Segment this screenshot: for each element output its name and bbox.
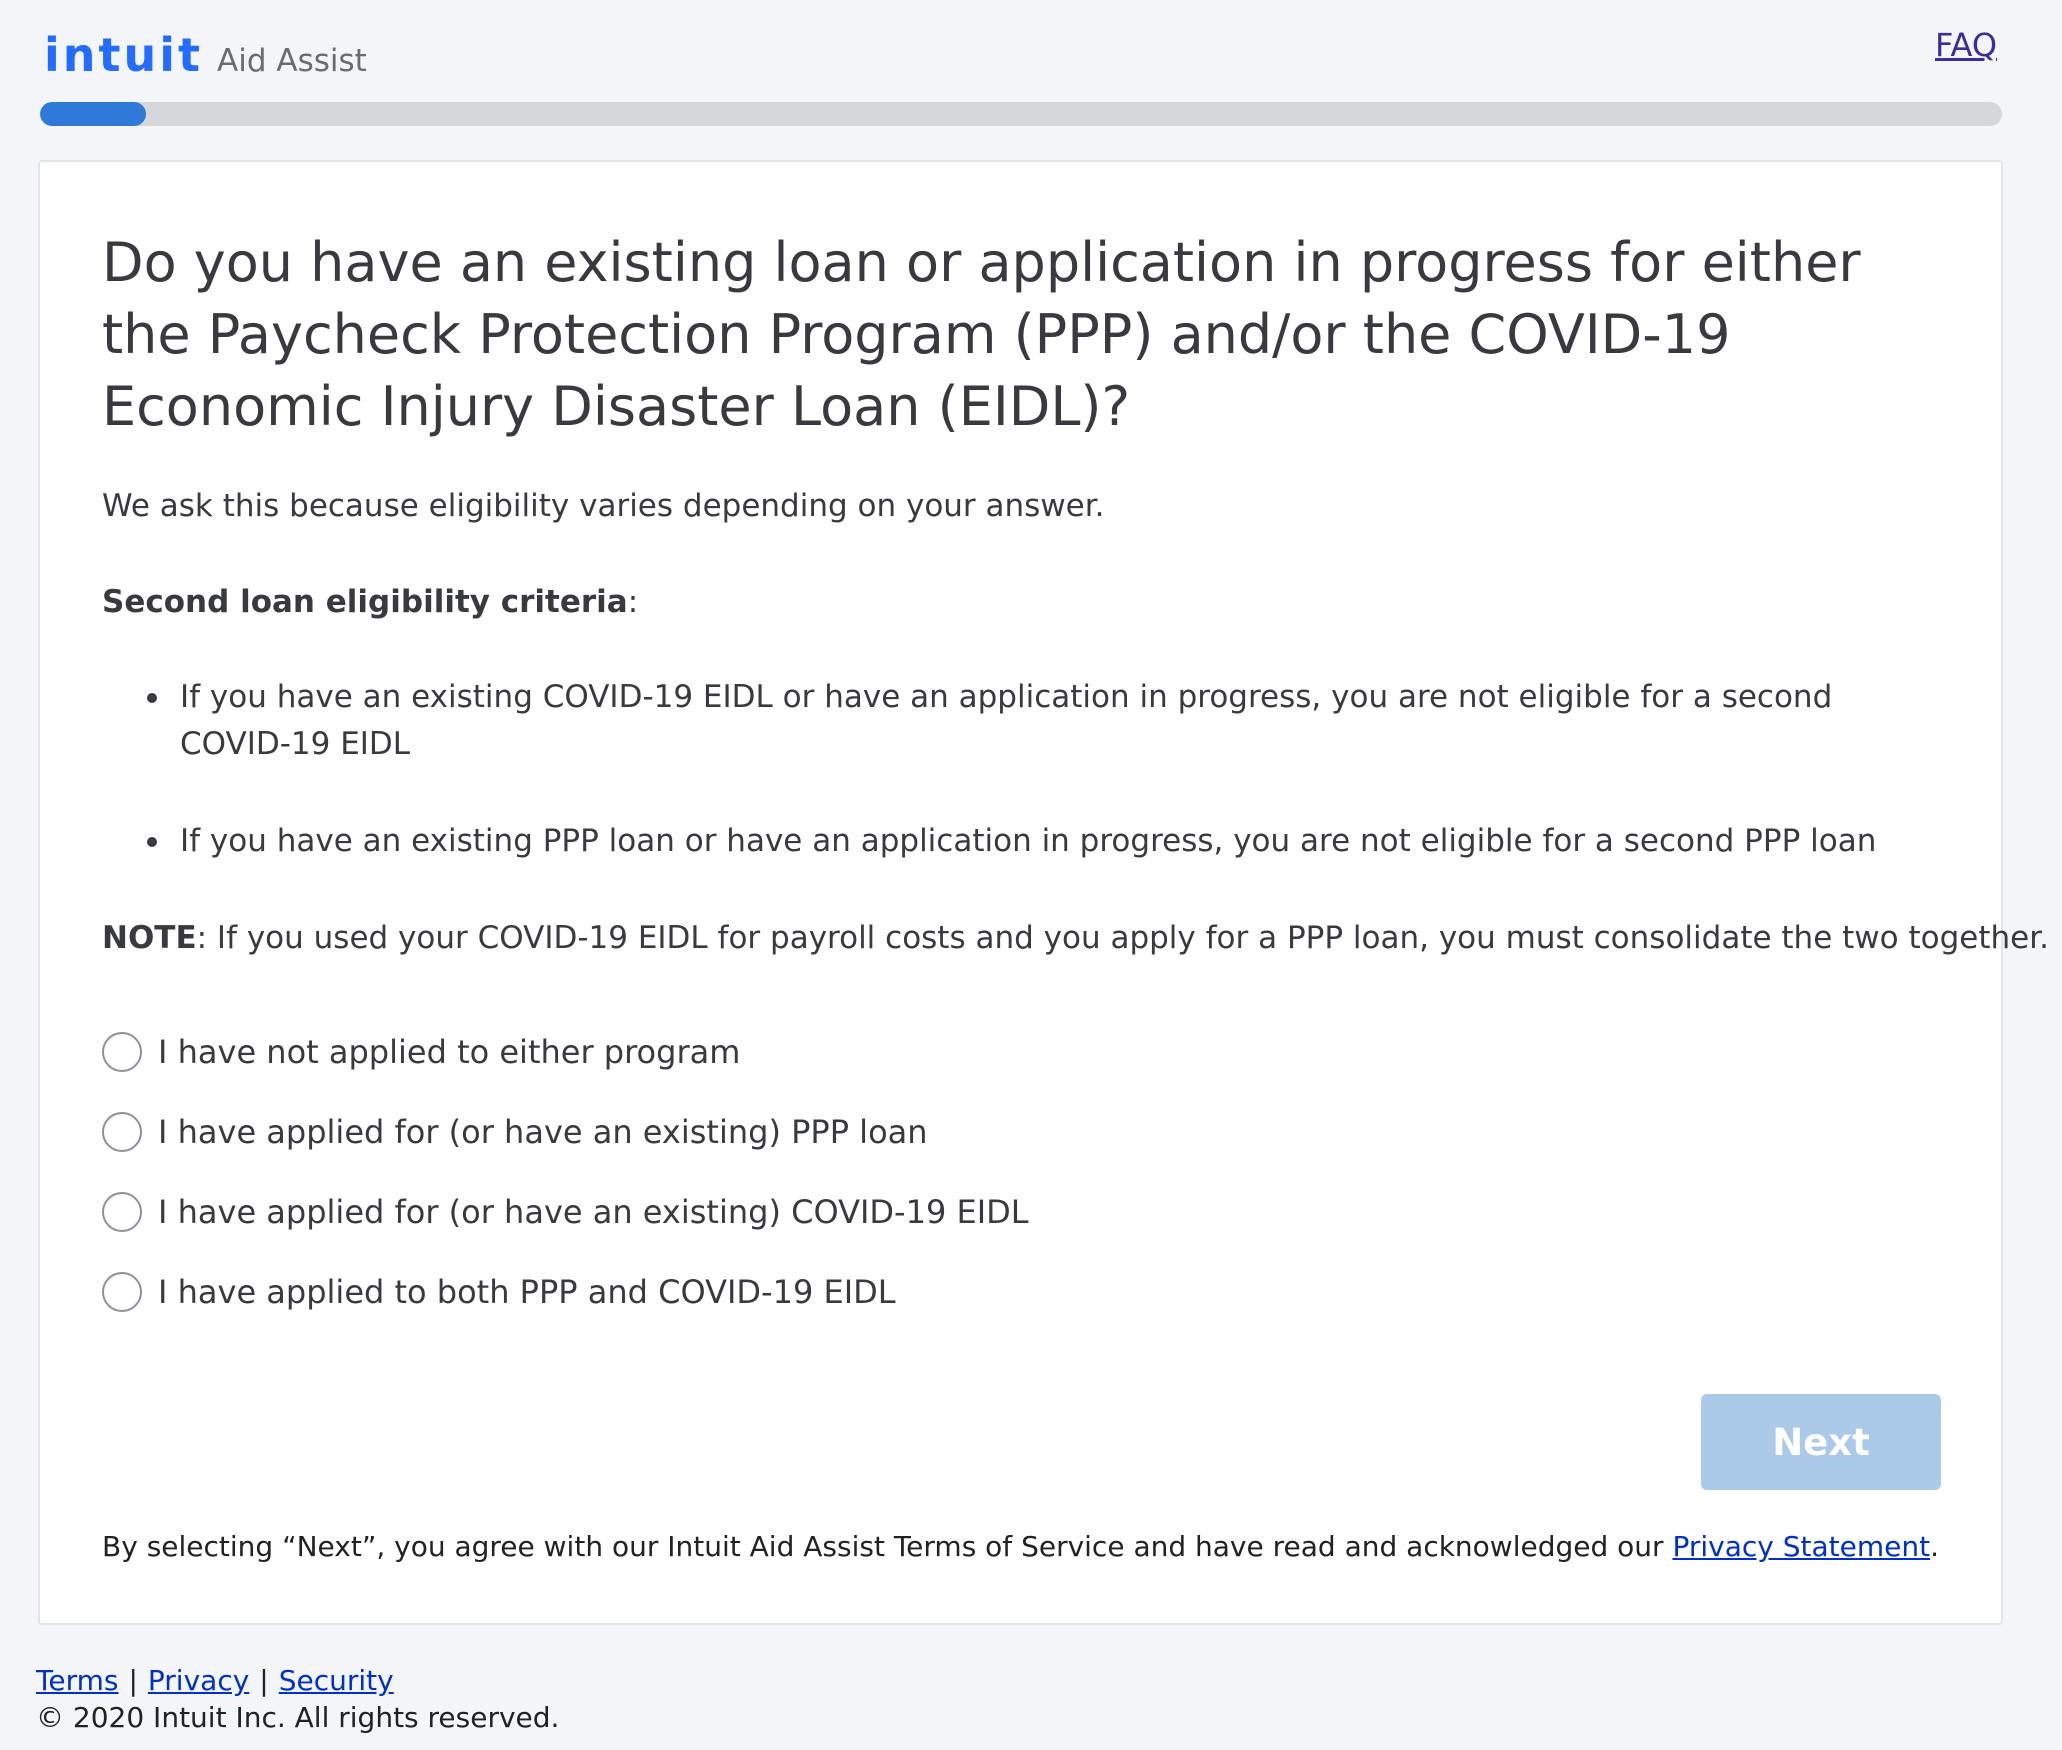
progress-bar <box>40 102 2002 126</box>
agreement-text: By selecting “Next”, you agree with our … <box>40 1530 2001 1563</box>
radio-button[interactable] <box>102 1032 142 1072</box>
footer-links: Terms | Privacy | Security <box>36 1664 559 1697</box>
progress-bar-fill <box>40 102 146 126</box>
logo-wordmark: intuit <box>44 28 204 82</box>
note: NOTE: If you used your COVID-19 EIDL for… <box>102 920 2049 956</box>
header: intuit Aid Assist FAQ <box>0 0 2062 100</box>
option-label[interactable]: I have applied for (or have an existing)… <box>158 1113 928 1151</box>
privacy-statement-link[interactable]: Privacy Statement <box>1672 1530 1930 1563</box>
criteria-item: If you have an existing COVID-19 EIDL or… <box>147 674 1940 768</box>
option-eidl[interactable]: I have applied for (or have an existing)… <box>102 1172 1029 1252</box>
next-button[interactable]: Next <box>1701 1394 1941 1490</box>
footer-separator: | <box>259 1664 269 1697</box>
intuit-aid-assist-logo: intuit Aid Assist <box>44 28 367 82</box>
answer-options: I have not applied to either program I h… <box>102 1012 1029 1332</box>
footer-separator: | <box>128 1664 138 1697</box>
note-label: NOTE <box>102 920 197 956</box>
footer-security-link[interactable]: Security <box>279 1664 394 1697</box>
question-title: Do you have an existing loan or applicat… <box>102 231 1861 438</box>
radio-button[interactable] <box>102 1192 142 1232</box>
question-reason: We ask this because eligibility varies d… <box>102 488 1105 524</box>
option-label[interactable]: I have applied to both PPP and COVID-19 … <box>158 1273 896 1311</box>
agreement-end: . <box>1930 1530 1939 1563</box>
copyright: © 2020 Intuit Inc. All rights reserved. <box>36 1701 560 1734</box>
note-text: : If you used your COVID-19 EIDL for pay… <box>196 920 2049 956</box>
footer-terms-link[interactable]: Terms <box>36 1664 118 1697</box>
option-both[interactable]: I have applied to both PPP and COVID-19 … <box>102 1252 1029 1332</box>
criteria-list: If you have an existing COVID-19 EIDL or… <box>147 674 1940 915</box>
option-label[interactable]: I have not applied to either program <box>158 1033 740 1071</box>
option-ppp[interactable]: I have applied for (or have an existing)… <box>102 1092 1029 1172</box>
criteria-heading-colon: : <box>627 584 639 620</box>
footer: Terms | Privacy | Security © 2020 Intuit Inc… <box>36 1664 559 1734</box>
option-label[interactable]: I have applied for (or have an existing)… <box>158 1193 1029 1231</box>
criteria-heading: Second loan eligibility criteria: <box>102 584 638 620</box>
question-card: Do you have an existing loan or applicat… <box>38 160 2049 1625</box>
criteria-item: If you have an existing PPP loan or have… <box>147 818 1940 865</box>
logo-product-name: Aid Assist <box>217 43 367 79</box>
faq-link[interactable]: FAQ <box>1935 26 1997 64</box>
radio-button[interactable] <box>102 1112 142 1152</box>
agreement-body: By selecting “Next”, you agree with our … <box>102 1530 1673 1563</box>
option-not-applied[interactable]: I have not applied to either program <box>102 1012 1029 1092</box>
radio-button[interactable] <box>102 1272 142 1312</box>
criteria-heading-text: Second loan eligibility criteria <box>102 584 628 620</box>
footer-privacy-link[interactable]: Privacy <box>148 1664 249 1697</box>
